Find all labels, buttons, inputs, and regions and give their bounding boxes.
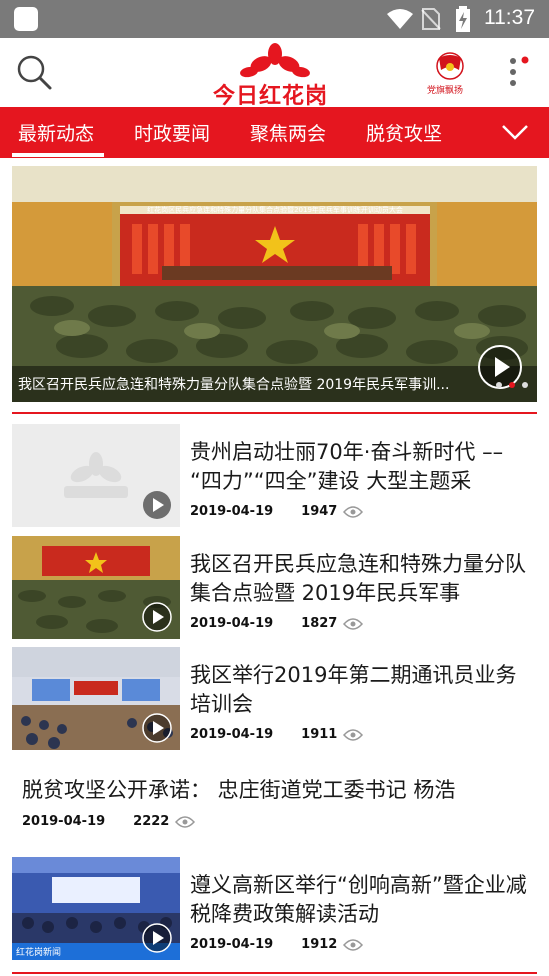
play-icon[interactable]: [142, 490, 172, 520]
hero-banner[interactable]: 红花岗区民兵应急连和特殊力量分队集合点验暨2019年民兵军事训练开训动员大会 我…: [12, 166, 537, 402]
search-icon[interactable]: [16, 54, 54, 92]
play-icon[interactable]: [142, 713, 172, 743]
flower-logo-icon: [240, 43, 310, 78]
news-item[interactable]: 我区召开民兵应急连和特殊力量分队集合点验暨 2019年民兵军事 2019-04-…: [12, 536, 537, 639]
news-thumbnail: 红花岗新闻: [12, 857, 180, 960]
chevron-down-icon[interactable]: [500, 121, 530, 143]
app-logo: 今日红花岗: [205, 42, 345, 109]
news-item[interactable]: 我区举行2019年第二期通讯员业务培训会 2019-04-19 1911: [12, 647, 537, 750]
more-menu-icon[interactable]: [505, 56, 531, 90]
news-title: 贵州启动壮丽70年·奋斗新时代 –– “四力”“四全”建设 大型主题采: [190, 440, 504, 493]
party-badge-label: 党旗飘扬: [427, 86, 464, 96]
party-emblem-icon: [436, 52, 464, 80]
divider: [12, 972, 537, 974]
news-title: 遵义高新区举行“创响高新”暨企业减税降费政策解读活动: [190, 873, 527, 926]
news-meta: 2019-04-19 1947: [190, 504, 364, 519]
news-meta: 2019-04-19 1912: [190, 937, 364, 952]
wifi-icon: [387, 9, 413, 29]
news-thumbnail: [12, 424, 180, 527]
tab-poverty[interactable]: 脱贫攻坚: [366, 119, 442, 146]
news-thumbnail: [12, 536, 180, 639]
tab-latest[interactable]: 最新动态: [18, 119, 94, 146]
clock: 11:37: [484, 6, 535, 29]
logo-text: 今日红花岗: [213, 84, 329, 109]
news-meta: 2019-04-19 2222: [22, 814, 196, 829]
app-header: 今日红花岗 党旗飘扬: [0, 38, 549, 109]
active-tab-indicator: [12, 153, 104, 157]
news-item[interactable]: 红花岗新闻 遵义高新区举行“创响高新”暨企业减税降费政策解读活动 2019-04…: [12, 857, 537, 960]
view-count: 1911: [301, 727, 338, 742]
news-date: 2019-04-19: [190, 616, 274, 631]
view-count: 1912: [301, 937, 338, 952]
play-icon[interactable]: [142, 602, 172, 632]
news-date: 2019-04-19: [190, 727, 274, 742]
news-thumbnail: [12, 647, 180, 750]
hero-banner-title: 红花岗区民兵应急连和特殊力量分队集合点验暨2019年民兵军事训练开训动员大会: [147, 206, 403, 214]
view-count: 1827: [301, 616, 338, 631]
news-title: 我区举行2019年第二期通讯员业务培训会: [190, 663, 517, 716]
divider: [12, 412, 537, 414]
party-flag-button[interactable]: 党旗飘扬: [425, 50, 475, 100]
eye-icon: [343, 938, 364, 951]
eye-icon: [343, 728, 364, 741]
tab-two-sessions[interactable]: 聚焦两会: [250, 119, 326, 146]
news-date: 2019-04-19: [190, 504, 274, 519]
thumbnail-watermark: 红花岗新闻: [16, 948, 62, 958]
news-meta: 2019-04-19 1827: [190, 616, 364, 631]
news-title: 我区召开民兵应急连和特殊力量分队集合点验暨 2019年民兵军事: [190, 552, 526, 605]
view-count: 1947: [301, 504, 338, 519]
eye-icon: [343, 617, 364, 630]
no-sim-icon: [421, 8, 441, 30]
view-count: 2222: [133, 814, 170, 829]
category-tab-bar: 最新动态 时政要闻 聚焦两会 脱贫攻坚: [0, 107, 549, 158]
eye-icon: [343, 505, 364, 518]
app-notification-icon: [14, 7, 38, 31]
eye-icon: [175, 815, 196, 828]
battery-charging-icon: [456, 6, 470, 32]
carousel-dots: [496, 382, 528, 388]
news-date: 2019-04-19: [190, 937, 274, 952]
news-title: 脱贫攻坚公开承诺： 忠庄街道党工委书记 杨浩: [22, 778, 456, 802]
play-icon[interactable]: [142, 923, 172, 953]
news-item[interactable]: 贵州启动壮丽70年·奋斗新时代 –– “四力”“四全”建设 大型主题采 2019…: [12, 424, 537, 527]
news-meta: 2019-04-19 1911: [190, 727, 364, 742]
tab-politics[interactable]: 时政要闻: [134, 119, 210, 146]
status-bar: 11:37: [0, 0, 549, 38]
hero-caption: 我区召开民兵应急连和特殊力量分队集合点验暨 2019年民兵军事训...: [18, 377, 450, 393]
news-date: 2019-04-19: [22, 814, 106, 829]
